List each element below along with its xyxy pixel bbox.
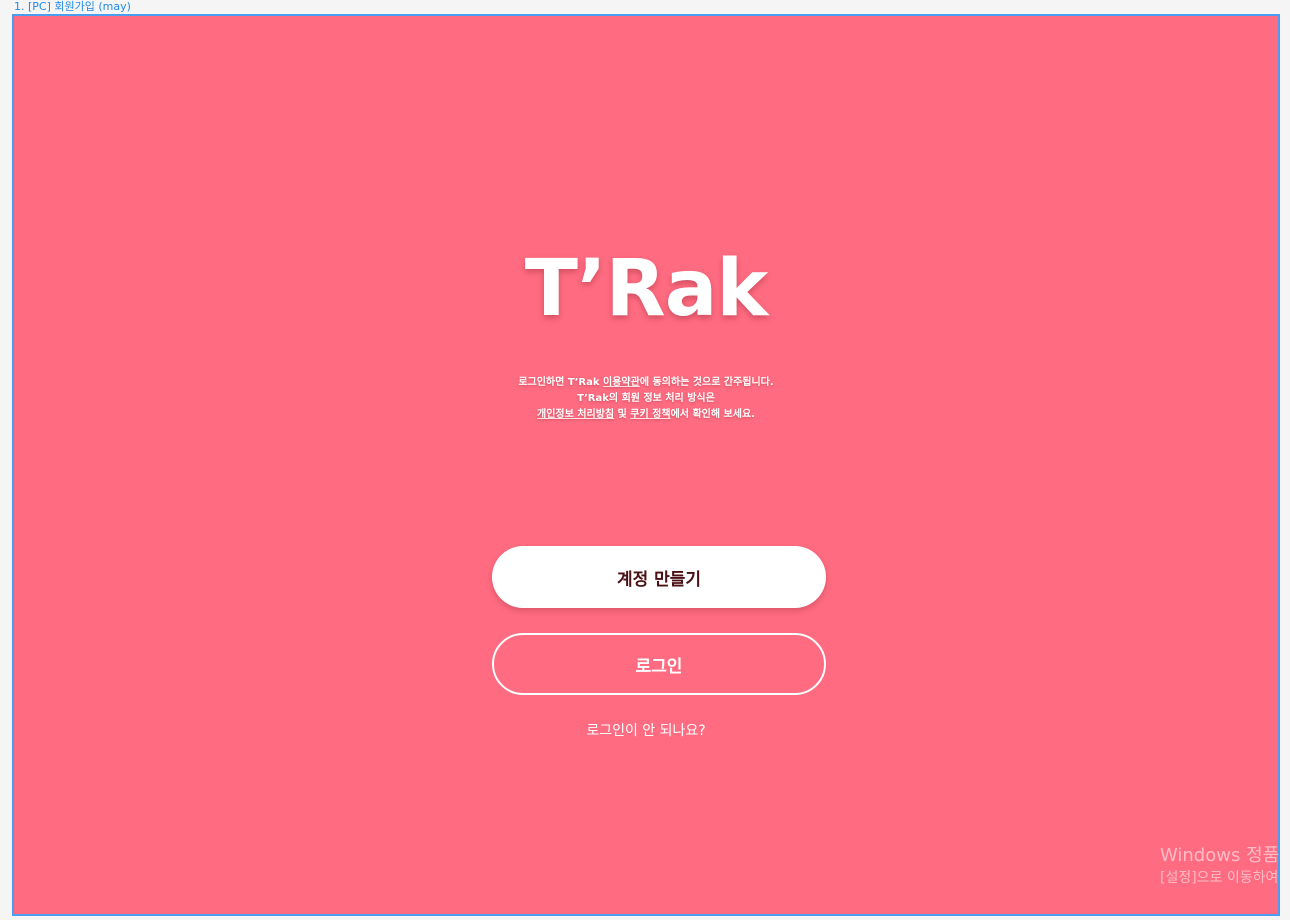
privacy-policy-link[interactable]: 개인정보 처리방침 bbox=[537, 409, 614, 420]
terms-of-use-link[interactable]: 이용약관 bbox=[603, 377, 640, 388]
watermark-line-1: Windows 정품 bbox=[1160, 845, 1280, 866]
terms-line-2-suffix: 의 회원 정보 처리 방식은 bbox=[608, 393, 715, 404]
create-account-button[interactable]: 계정 만들기 bbox=[492, 546, 826, 608]
windows-activation-watermark: Windows 정품 [설정]으로 이동하여 bbox=[1160, 845, 1279, 889]
terms-line-3-mid: 및 bbox=[614, 409, 631, 420]
terms-line-1: 로그인하면 T’Rak 이용약관에 동의하는 것으로 간주됩니다. bbox=[14, 375, 1278, 391]
terms-line-2: T’Rak의 회원 정보 처리 방식은 bbox=[14, 391, 1278, 407]
terms-line-1-suffix: 에 동의하는 것으로 간주됩니다. bbox=[639, 377, 774, 388]
brand-logo: T’Rak bbox=[524, 244, 768, 334]
terms-line-3: 개인정보 처리방침 및 쿠키 정책에서 확인해 보세요. bbox=[14, 407, 1278, 423]
terms-brand-name-2: T’Rak bbox=[577, 393, 609, 404]
cookie-policy-link[interactable]: 쿠키 정책 bbox=[630, 409, 670, 420]
terms-line-1-prefix: 로그인하면 bbox=[518, 377, 568, 388]
signup-screen: T’Rak 로그인하면 T’Rak 이용약관에 동의하는 것으로 간주됩니다. … bbox=[12, 14, 1280, 916]
terms-brand-name: T’Rak bbox=[567, 377, 600, 388]
watermark-line-2: [설정]으로 이동하여 bbox=[1160, 870, 1279, 886]
login-help-link[interactable]: 로그인이 안 되나요? bbox=[14, 720, 1278, 740]
login-button[interactable]: 로그인 bbox=[492, 633, 826, 695]
terms-notice: 로그인하면 T’Rak 이용약관에 동의하는 것으로 간주됩니다. T’Rak의… bbox=[14, 375, 1278, 423]
terms-line-3-suffix: 에서 확인해 보세요. bbox=[670, 409, 755, 420]
frame-title: 1. [PC] 회원가입 (may) bbox=[14, 0, 131, 13]
